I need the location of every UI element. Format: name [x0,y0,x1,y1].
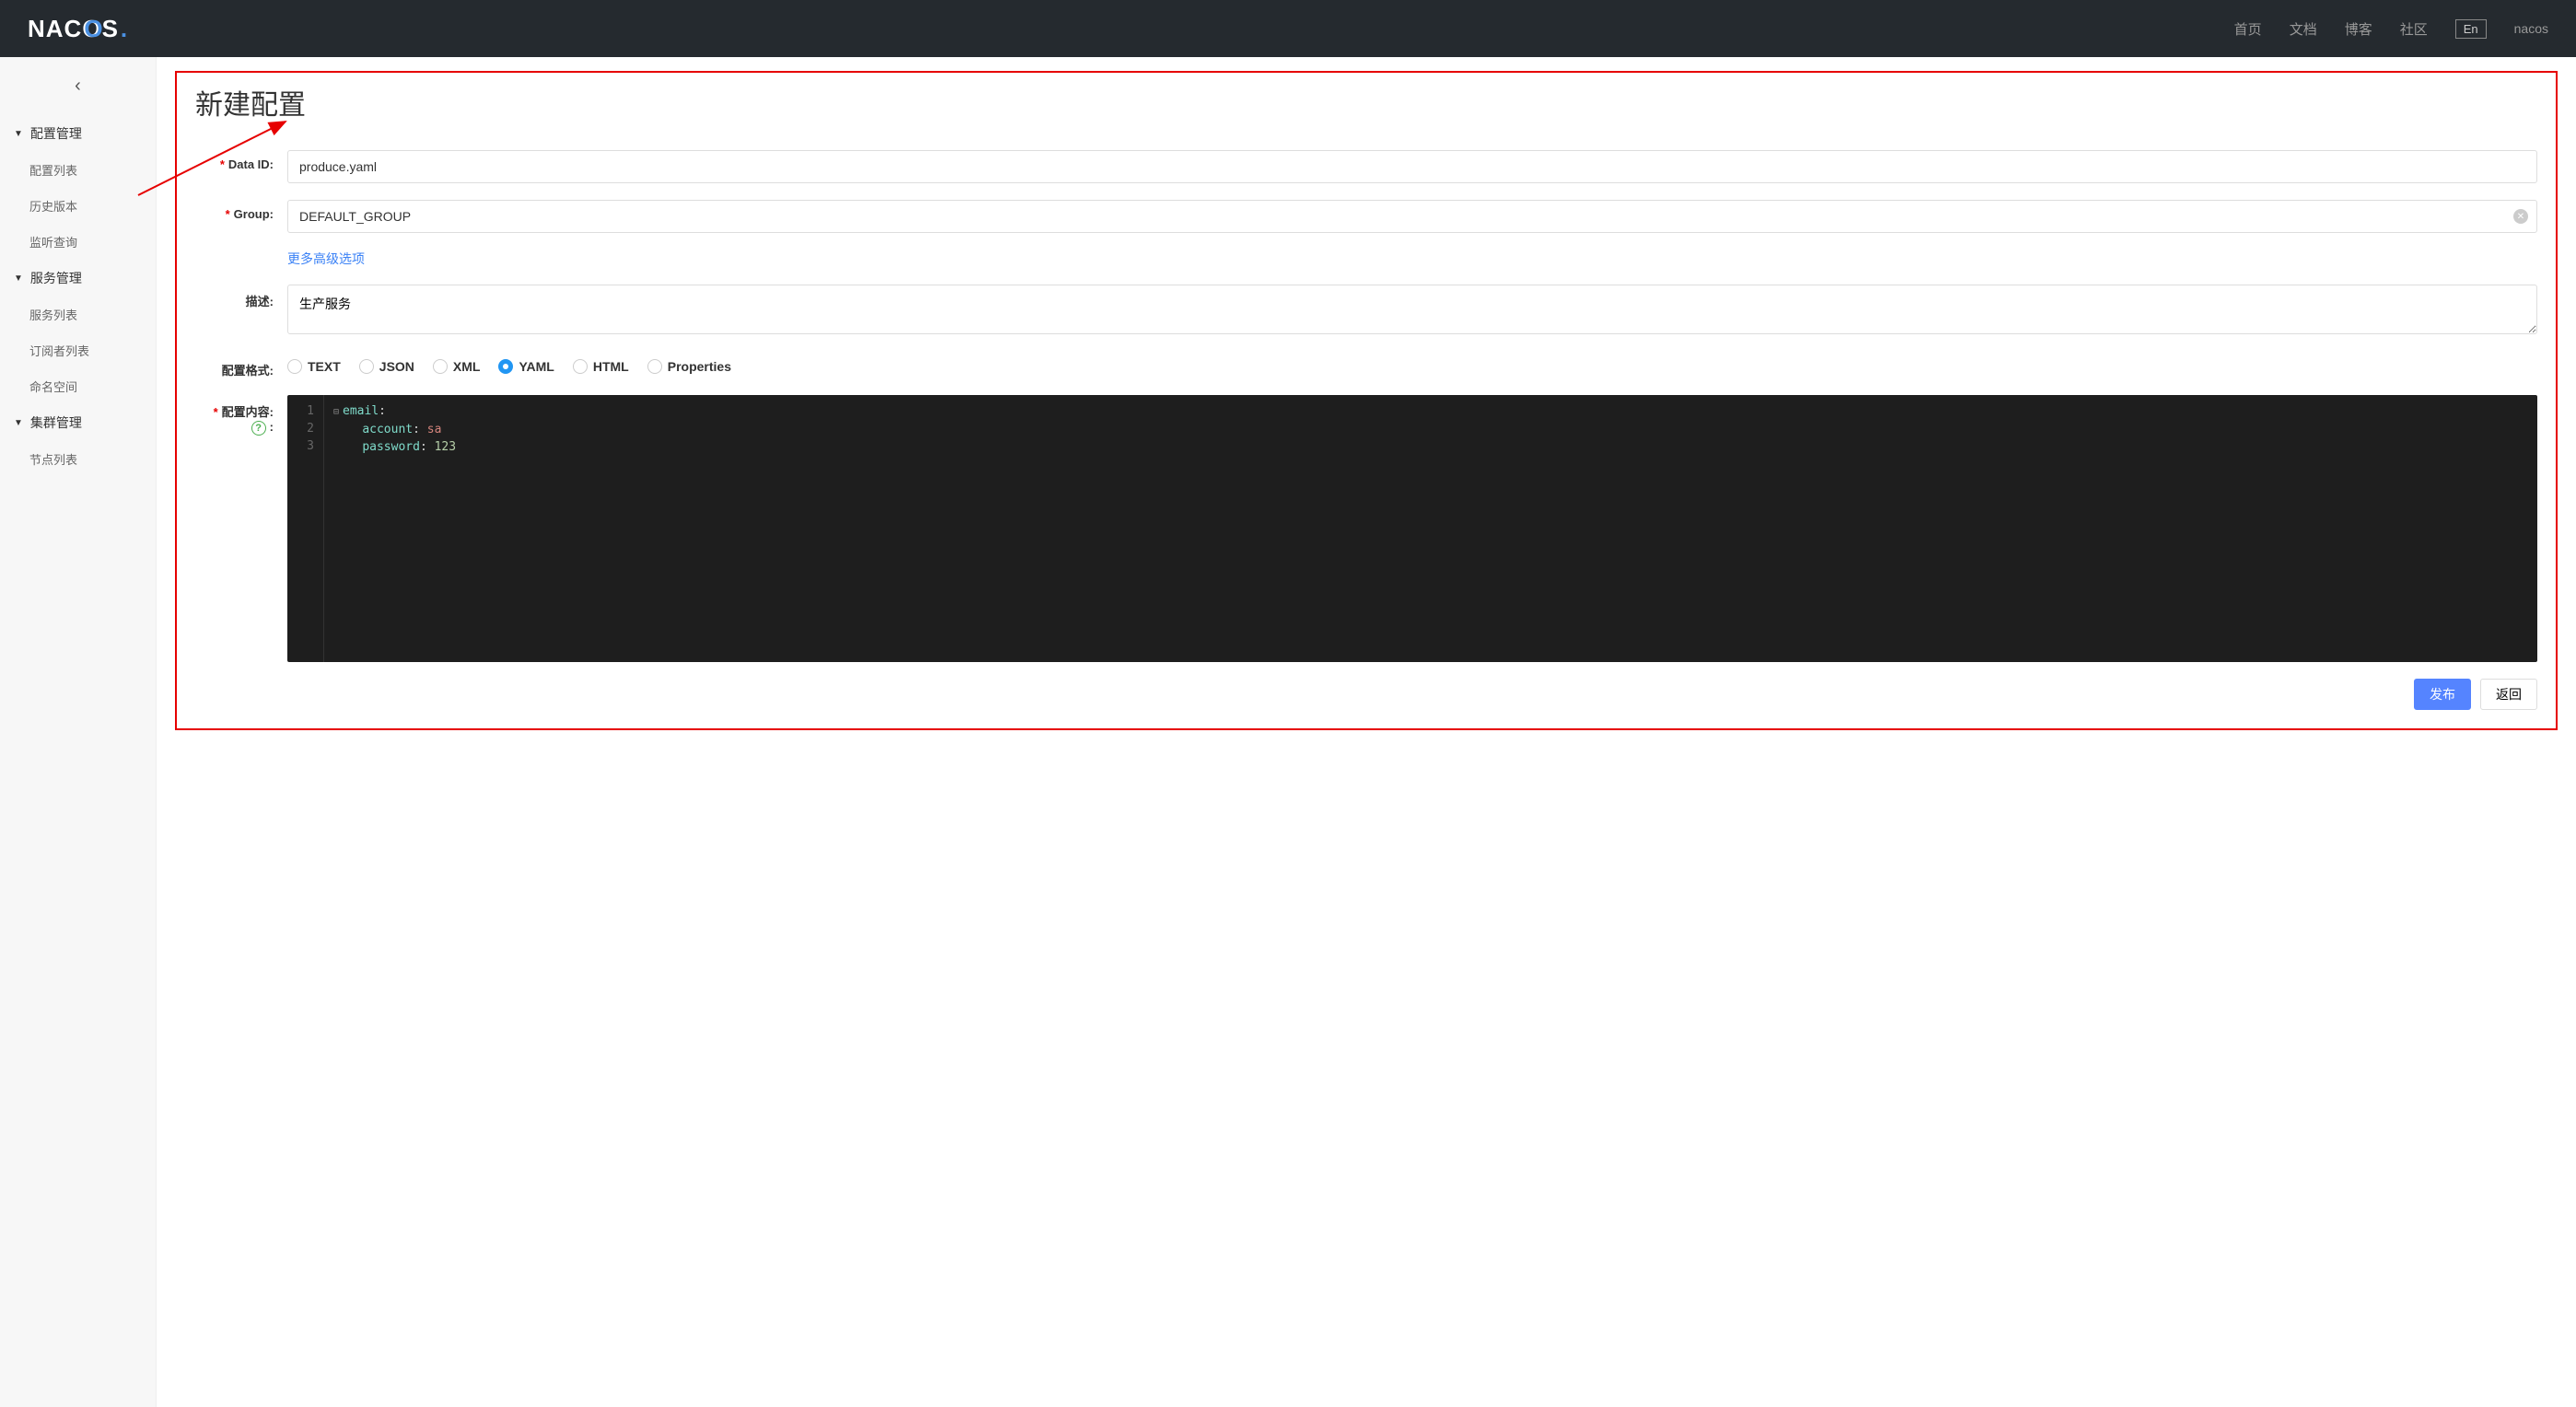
logo-text-1: NAC [28,15,82,43]
label-dataid: Data ID: [228,157,274,171]
clear-icon[interactable]: ✕ [2513,209,2528,224]
menu-group-service[interactable]: ▼ 服务管理 [0,260,156,297]
format-radio-group: TEXT JSON XML YAML HTML Properties [287,354,2537,374]
sidebar-collapse-icon[interactable]: ‹ [0,66,156,115]
fold-icon[interactable]: ⊟ [333,407,339,417]
menu-item-service-list[interactable]: 服务列表 [0,297,156,332]
radio-text[interactable]: TEXT [287,359,341,374]
label-group: Group: [234,207,274,221]
menu-group-label: 配置管理 [30,124,82,143]
label-content: 配置内容: [222,405,274,419]
back-button[interactable]: 返回 [2480,679,2537,710]
menu-group-label: 服务管理 [30,269,82,287]
label-format: 配置格式: [222,364,274,378]
help-icon[interactable]: ? [251,421,266,436]
menu-item-node-list[interactable]: 节点列表 [0,441,156,477]
radio-properties[interactable]: Properties [647,359,731,374]
menu-item-subscriber[interactable]: 订阅者列表 [0,332,156,368]
language-toggle[interactable]: En [2455,19,2487,39]
menu-item-history[interactable]: 历史版本 [0,188,156,224]
logo-dot: . [121,15,128,43]
advanced-options-link[interactable]: 更多高级选项 [287,251,365,266]
nav-community[interactable]: 社区 [2400,19,2428,39]
nav-blog[interactable]: 博客 [2345,19,2372,39]
code-gutter: 1 2 3 [287,395,324,662]
menu-group-config[interactable]: ▼ 配置管理 [0,115,156,152]
radio-xml[interactable]: XML [433,359,481,374]
menu-item-namespace[interactable]: 命名空间 [0,368,156,404]
logo-text-2: S [102,15,119,43]
form-highlight-box: 新建配置 *Data ID: *Group: ✕ 更多高级选项 [175,71,2558,730]
header-nav: 首页 文档 博客 社区 En nacos [2234,19,2548,39]
group-input[interactable] [287,200,2537,233]
menu-group-cluster[interactable]: ▼ 集群管理 [0,404,156,441]
user-menu[interactable]: nacos [2514,21,2548,36]
publish-button[interactable]: 发布 [2414,679,2471,710]
chevron-down-icon: ▼ [14,418,23,428]
main-content: 新建配置 *Data ID: *Group: ✕ 更多高级选项 [157,57,2576,1407]
nav-docs[interactable]: 文档 [2290,19,2317,39]
menu-group-label: 集群管理 [30,413,82,432]
sidebar: ‹ ▼ 配置管理 配置列表 历史版本 监听查询 ▼ 服务管理 服务列表 订阅者列… [0,57,157,1407]
radio-html[interactable]: HTML [573,359,629,374]
menu-item-config-list[interactable]: 配置列表 [0,152,156,188]
dataid-input[interactable] [287,150,2537,183]
label-desc: 描述: [246,295,274,308]
menu-item-listener[interactable]: 监听查询 [0,224,156,260]
header-bar: NACOOS. 首页 文档 博客 社区 En nacos [0,0,2576,57]
description-textarea[interactable] [287,285,2537,334]
nav-home[interactable]: 首页 [2234,19,2262,39]
radio-json[interactable]: JSON [359,359,414,374]
page-title: 新建配置 [195,82,2537,122]
chevron-down-icon: ▼ [14,273,23,284]
code-editor[interactable]: 1 2 3 ⊟email: account: sa password: 123 [287,395,2537,662]
logo[interactable]: NACOOS. [28,15,128,43]
code-content[interactable]: ⊟email: account: sa password: 123 [324,395,2537,662]
radio-yaml[interactable]: YAML [498,359,554,374]
chevron-down-icon: ▼ [14,129,23,139]
